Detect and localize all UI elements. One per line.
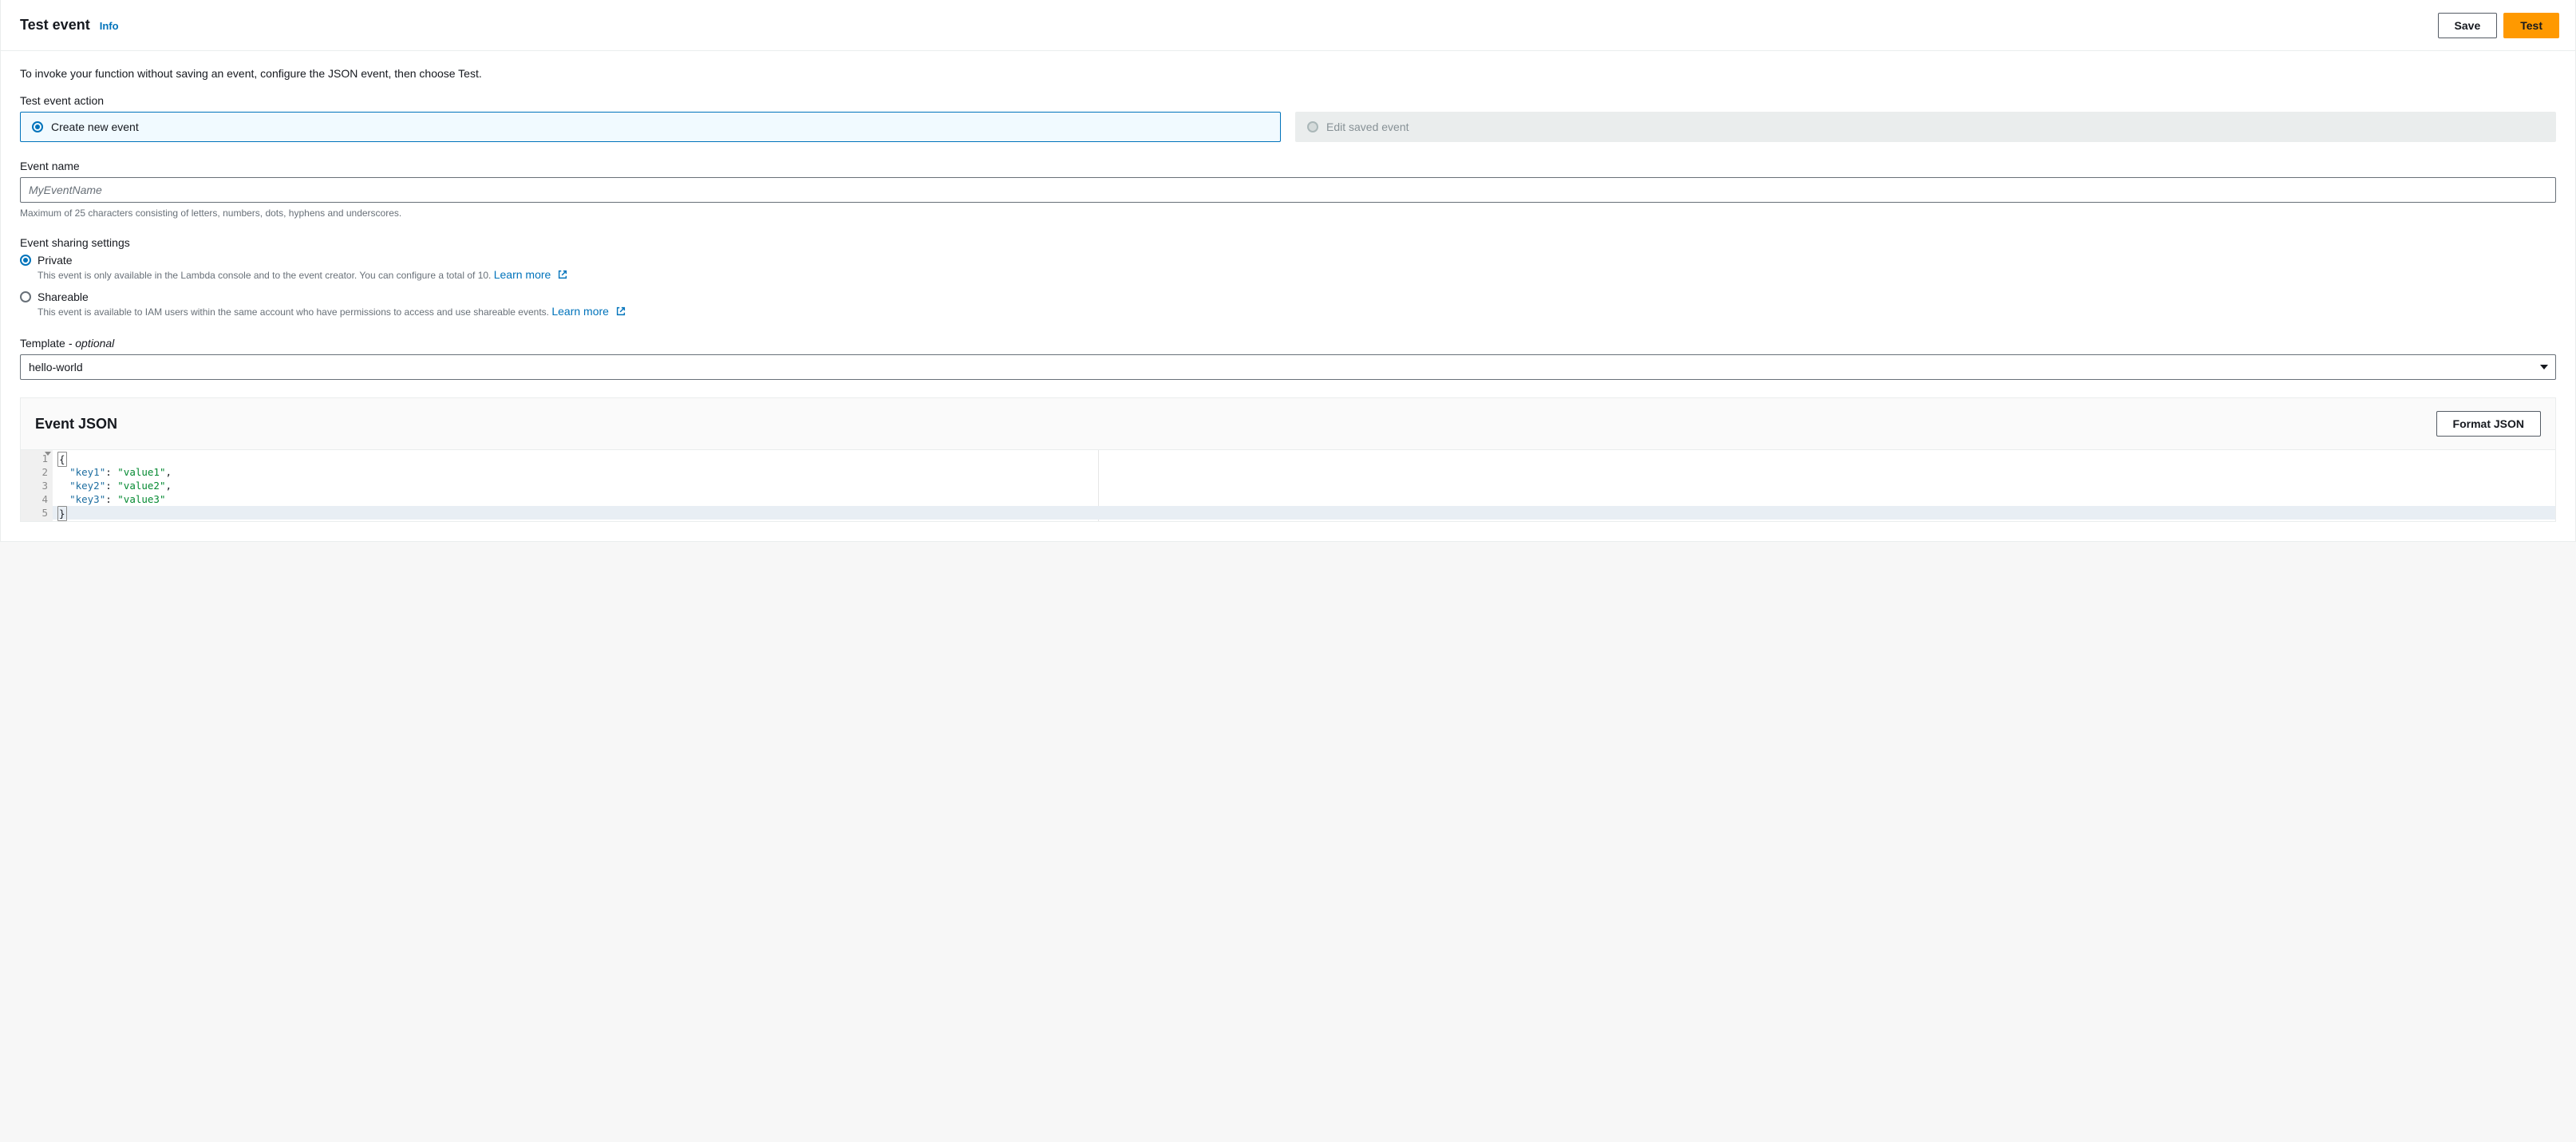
event-sharing-section: Event sharing settings Private This even… bbox=[20, 236, 2556, 319]
json-key: "key3" bbox=[69, 493, 105, 505]
gutter-line: 1 bbox=[21, 452, 48, 465]
radio-unchecked-icon bbox=[20, 291, 31, 302]
editor-gutter: 1 2 3 4 5 bbox=[21, 450, 53, 521]
sharing-private-desc: This event is only available in the Lamb… bbox=[38, 268, 2556, 283]
page-title: Test event bbox=[20, 17, 90, 34]
save-button[interactable]: Save bbox=[2438, 13, 2498, 38]
json-value: "value2" bbox=[117, 480, 165, 492]
chevron-down-icon bbox=[2540, 365, 2548, 369]
panel-header-left: Test event Info bbox=[20, 17, 119, 34]
json-comma: , bbox=[166, 466, 172, 478]
gutter-line: 2 bbox=[21, 465, 48, 479]
sharing-private-option[interactable]: Private bbox=[20, 254, 2556, 267]
sharing-shareable-option[interactable]: Shareable bbox=[20, 290, 2556, 303]
action-create-label: Create new event bbox=[51, 121, 139, 133]
json-comma: , bbox=[166, 480, 172, 492]
test-button[interactable]: Test bbox=[2503, 13, 2559, 38]
radio-disabled-icon bbox=[1307, 121, 1318, 132]
code-line: "key3": "value3" bbox=[57, 492, 2550, 506]
learn-more-label: Learn more bbox=[551, 305, 609, 318]
panel-header: Test event Info Save Test bbox=[0, 0, 2576, 51]
event-name-hint: Maximum of 25 characters consisting of l… bbox=[20, 207, 2556, 219]
sharing-private-label: Private bbox=[38, 254, 73, 267]
action-create-new-event[interactable]: Create new event bbox=[20, 112, 1281, 142]
event-sharing-label: Event sharing settings bbox=[20, 236, 2556, 249]
fold-caret-icon[interactable] bbox=[45, 452, 51, 456]
json-colon: : bbox=[105, 466, 117, 478]
action-edit-label: Edit saved event bbox=[1326, 121, 1409, 133]
event-json-title: Event JSON bbox=[35, 416, 117, 433]
sharing-private-learn-more[interactable]: Learn more bbox=[494, 268, 568, 281]
event-json-editor[interactable]: 1 2 3 4 5 { "key1": "value1", "key2": "v… bbox=[21, 450, 2555, 521]
code-line: } bbox=[53, 506, 2555, 520]
event-name-label: Event name bbox=[20, 160, 2556, 172]
sharing-shareable-desc: This event is available to IAM users wit… bbox=[38, 305, 2556, 319]
event-name-input[interactable] bbox=[20, 177, 2556, 203]
event-json-panel: Event JSON Format JSON 1 2 3 4 5 { "key1… bbox=[20, 397, 2556, 522]
sharing-shareable-label: Shareable bbox=[38, 290, 89, 303]
code-line: "key1": "value1", bbox=[57, 465, 2550, 479]
template-label-text: Template bbox=[20, 337, 65, 350]
gutter-line: 5 bbox=[21, 506, 48, 520]
sharing-shareable-learn-more[interactable]: Learn more bbox=[551, 305, 626, 318]
intro-text: To invoke your function without saving a… bbox=[20, 67, 2556, 80]
json-key: "key2" bbox=[69, 480, 105, 492]
format-json-button[interactable]: Format JSON bbox=[2436, 411, 2541, 437]
template-select[interactable]: hello-world bbox=[20, 354, 2556, 380]
panel-header-actions: Save Test bbox=[2438, 13, 2559, 38]
sharing-shareable-desc-text: This event is available to IAM users wit… bbox=[38, 306, 551, 318]
json-key: "key1" bbox=[69, 466, 105, 478]
sharing-private-desc-text: This event is only available in the Lamb… bbox=[38, 270, 494, 281]
gutter-line: 4 bbox=[21, 492, 48, 506]
code-line: { bbox=[57, 452, 2550, 465]
template-section: Template - optional hello-world bbox=[20, 337, 2556, 380]
template-optional: - optional bbox=[65, 337, 114, 350]
json-value: "value3" bbox=[117, 493, 165, 505]
info-link[interactable]: Info bbox=[100, 20, 119, 32]
test-event-action-label: Test event action bbox=[20, 94, 2556, 107]
code-line: "key2": "value2", bbox=[57, 479, 2550, 492]
test-event-action-section: Test event action Create new event Edit … bbox=[20, 94, 2556, 142]
gutter-line: 3 bbox=[21, 479, 48, 492]
json-value: "value1" bbox=[117, 466, 165, 478]
template-label: Template - optional bbox=[20, 337, 2556, 350]
action-edit-saved-event: Edit saved event bbox=[1295, 112, 2556, 142]
event-name-section: Event name Maximum of 25 characters cons… bbox=[20, 160, 2556, 219]
test-event-form: To invoke your function without saving a… bbox=[0, 51, 2576, 542]
radio-checked-icon bbox=[32, 121, 43, 132]
learn-more-label: Learn more bbox=[494, 268, 551, 281]
radio-checked-icon bbox=[20, 255, 31, 266]
json-colon: : bbox=[105, 480, 117, 492]
action-segmented: Create new event Edit saved event bbox=[20, 112, 2556, 142]
brace-close: } bbox=[57, 506, 67, 521]
editor-code[interactable]: { "key1": "value1", "key2": "value2", "k… bbox=[53, 450, 2555, 521]
template-select-value: hello-world bbox=[29, 361, 83, 373]
external-link-icon bbox=[557, 269, 568, 283]
json-colon: : bbox=[105, 493, 117, 505]
event-json-header: Event JSON Format JSON bbox=[21, 398, 2555, 450]
external-link-icon bbox=[615, 306, 626, 319]
